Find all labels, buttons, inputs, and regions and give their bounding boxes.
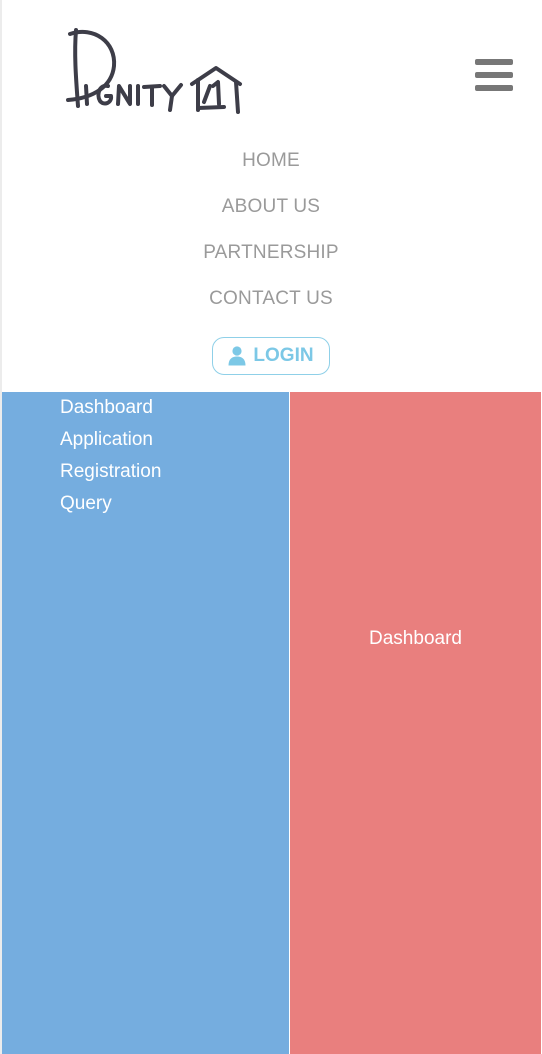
- sidebar-item-registration[interactable]: Registration: [60, 460, 161, 492]
- hamburger-bar: [475, 85, 513, 91]
- login-label: LOGIN: [253, 345, 314, 366]
- nav-link-about-us[interactable]: ABOUT US: [222, 192, 320, 222]
- hamburger-bar: [475, 59, 513, 65]
- nav-item-home: HOME: [0, 146, 542, 192]
- nav-item-contact: CONTACT US: [0, 284, 542, 330]
- nav-link-partnership[interactable]: PARTNERSHIP: [203, 238, 339, 268]
- main-nav: HOME ABOUT US PARTNERSHIP CONTACT US: [0, 146, 542, 330]
- site-logo[interactable]: [64, 24, 250, 116]
- sidebar-item-dashboard[interactable]: Dashboard: [60, 396, 161, 428]
- sidebar: Dashboard Application Registration Query: [2, 392, 289, 1054]
- hamburger-bar: [475, 72, 513, 78]
- sidebar-menu: Dashboard Application Registration Query: [60, 396, 161, 524]
- user-icon: [228, 346, 246, 366]
- sidebar-item-application[interactable]: Application: [60, 428, 161, 460]
- nav-item-partnership: PARTNERSHIP: [0, 238, 542, 284]
- dignity-logo-icon: [66, 28, 242, 114]
- page-title: Dashboard: [369, 628, 462, 649]
- hamburger-menu-icon[interactable]: [474, 57, 514, 93]
- sidebar-item-query[interactable]: Query: [60, 492, 161, 524]
- main-content: Dashboard: [290, 392, 541, 1054]
- nav-item-about: ABOUT US: [0, 192, 542, 238]
- nav-link-home[interactable]: HOME: [242, 146, 300, 176]
- login-button[interactable]: LOGIN: [212, 337, 330, 375]
- nav-link-contact-us[interactable]: CONTACT US: [209, 284, 333, 314]
